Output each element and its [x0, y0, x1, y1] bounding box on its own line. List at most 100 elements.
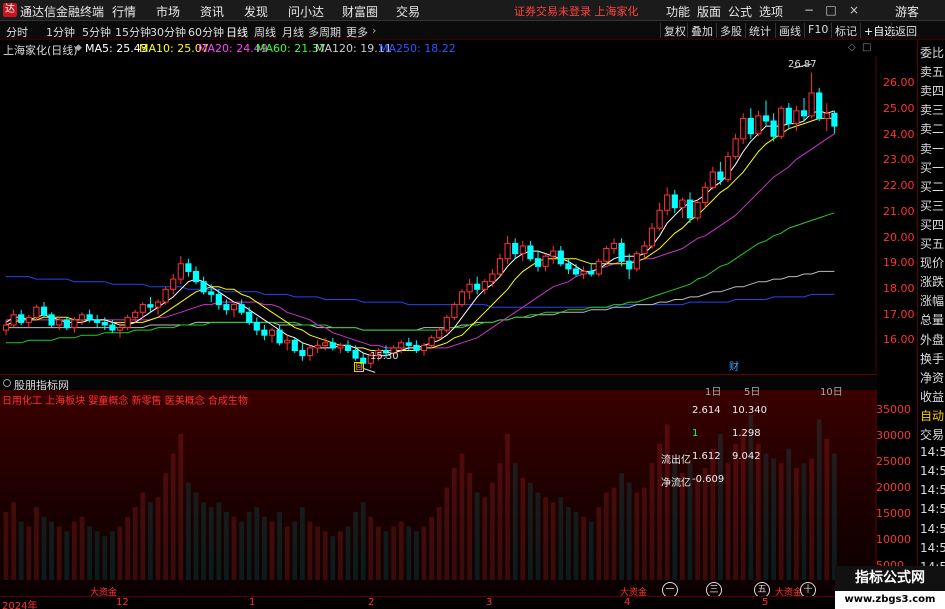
sidebar-item[interactable]: 卖五	[920, 63, 945, 80]
sidebar-item[interactable]: 14:5	[920, 541, 945, 555]
candle[interactable]	[542, 253, 549, 272]
candle[interactable]	[717, 161, 724, 185]
sidebar-item[interactable]: 换手	[920, 350, 945, 367]
candle[interactable]	[48, 312, 55, 328]
tool-duogu[interactable]: 多股	[716, 23, 745, 38]
sidebar-item[interactable]: 卖二	[920, 120, 945, 137]
period-multi[interactable]: 多周期	[308, 24, 341, 40]
sidebar-item[interactable]: 卖一	[920, 140, 945, 157]
maximize-icon[interactable]: □	[822, 2, 840, 18]
period-5min[interactable]: 5分钟	[82, 24, 111, 40]
diamond-icon[interactable]: ◇	[848, 42, 856, 53]
candle[interactable]	[132, 309, 139, 323]
candle[interactable]	[246, 307, 253, 325]
sidebar-item[interactable]: 14:5	[920, 522, 945, 536]
candle[interactable]	[808, 72, 815, 119]
menu-wenxiaoda[interactable]: 问小达	[288, 3, 324, 20]
candle[interactable]	[314, 340, 321, 354]
candle[interactable]	[816, 87, 823, 121]
candle[interactable]	[78, 312, 86, 325]
candle[interactable]	[527, 240, 534, 262]
candle[interactable]	[443, 314, 450, 333]
period-fenshi[interactable]: 分时	[6, 24, 28, 40]
period-30min[interactable]: 30分钟	[150, 24, 186, 40]
candle[interactable]	[413, 340, 420, 354]
candle[interactable]	[329, 337, 336, 351]
period-weekly[interactable]: 周线	[254, 24, 276, 40]
close-icon[interactable]: ×	[845, 2, 863, 18]
candle[interactable]	[496, 253, 504, 277]
candle[interactable]	[200, 276, 207, 295]
candle[interactable]	[633, 251, 640, 272]
candle[interactable]	[33, 304, 40, 320]
candle[interactable]	[778, 105, 785, 139]
tool-fanhui[interactable]: 返回	[891, 23, 920, 38]
candle[interactable]	[170, 274, 177, 295]
candle[interactable]	[162, 286, 169, 305]
sidebar-item[interactable]: 交易	[920, 426, 945, 443]
candle[interactable]	[785, 103, 792, 129]
sidebar-item[interactable]: 14:5	[920, 483, 945, 497]
candle[interactable]	[557, 245, 564, 267]
candle[interactable]	[747, 108, 754, 139]
sidebar-item[interactable]: 外盘	[920, 331, 945, 348]
period-1min[interactable]: 1分钟	[46, 24, 75, 40]
candle[interactable]	[512, 238, 519, 259]
sidebar-item[interactable]: 涨跌	[920, 273, 945, 290]
event-marker-icon[interactable]: 回	[354, 362, 364, 372]
candle[interactable]	[489, 268, 496, 287]
sidebar-item[interactable]: 自动	[920, 407, 945, 424]
candle[interactable]	[268, 327, 276, 343]
candle[interactable]	[481, 279, 488, 295]
menu-faxian[interactable]: 发现	[244, 3, 268, 20]
candle[interactable]	[580, 266, 587, 280]
period-60min[interactable]: 60分钟	[188, 24, 224, 40]
sidebar-item[interactable]: 委比	[920, 44, 945, 61]
candle[interactable]	[588, 263, 595, 277]
candle[interactable]	[63, 317, 70, 331]
candle[interactable]	[648, 223, 656, 249]
candle[interactable]	[253, 317, 260, 336]
sidebar-item[interactable]: 买三	[920, 197, 945, 214]
tool-fuquan[interactable]: 复权	[660, 23, 689, 38]
candle[interactable]	[276, 325, 283, 346]
tool-tongji[interactable]: 统计	[745, 23, 774, 38]
sidebar-item[interactable]: 卖三	[920, 101, 945, 118]
candle[interactable]	[504, 235, 511, 264]
menu-caifuquan[interactable]: 财富圈	[342, 3, 378, 20]
period-monthly[interactable]: 月线	[282, 24, 304, 40]
candle[interactable]	[458, 289, 466, 308]
candle[interactable]	[641, 240, 648, 259]
candle[interactable]	[755, 110, 762, 137]
sidebar-item[interactable]: 涨幅	[920, 292, 945, 309]
candle[interactable]	[694, 200, 701, 221]
minimize-icon[interactable]: −	[800, 2, 818, 18]
menu-gongneng[interactable]: 功能	[666, 3, 690, 20]
tool-f10[interactable]: F10	[804, 23, 831, 38]
candle[interactable]	[686, 192, 694, 223]
candle[interactable]	[139, 302, 146, 318]
candle[interactable]	[664, 187, 671, 216]
period-daily[interactable]: 日线	[226, 24, 248, 40]
candle[interactable]	[284, 335, 291, 351]
candle[interactable]	[626, 253, 633, 280]
candle[interactable]	[261, 325, 268, 341]
candle[interactable]	[94, 314, 101, 328]
sidebar-item[interactable]: 买五	[920, 235, 945, 252]
menu-gongshi[interactable]: 公式	[728, 3, 752, 20]
candle[interactable]	[451, 302, 458, 320]
sidebar-item[interactable]: 买四	[920, 216, 945, 233]
sidebar-item[interactable]: 14:5	[920, 464, 945, 478]
candle[interactable]	[800, 98, 808, 121]
sidebar-item[interactable]: 卖四	[920, 82, 945, 99]
candle[interactable]	[147, 296, 154, 313]
candle[interactable]	[595, 258, 602, 277]
candle[interactable]	[177, 256, 184, 285]
candle[interactable]	[732, 133, 739, 160]
candle[interactable]	[823, 103, 830, 132]
candle[interactable]	[124, 314, 131, 331]
settings-gear-icon[interactable]: ◆	[75, 43, 82, 53]
candle[interactable]	[185, 258, 192, 277]
sidebar-item[interactable]: 现价	[920, 254, 945, 271]
candle[interactable]	[550, 245, 557, 264]
